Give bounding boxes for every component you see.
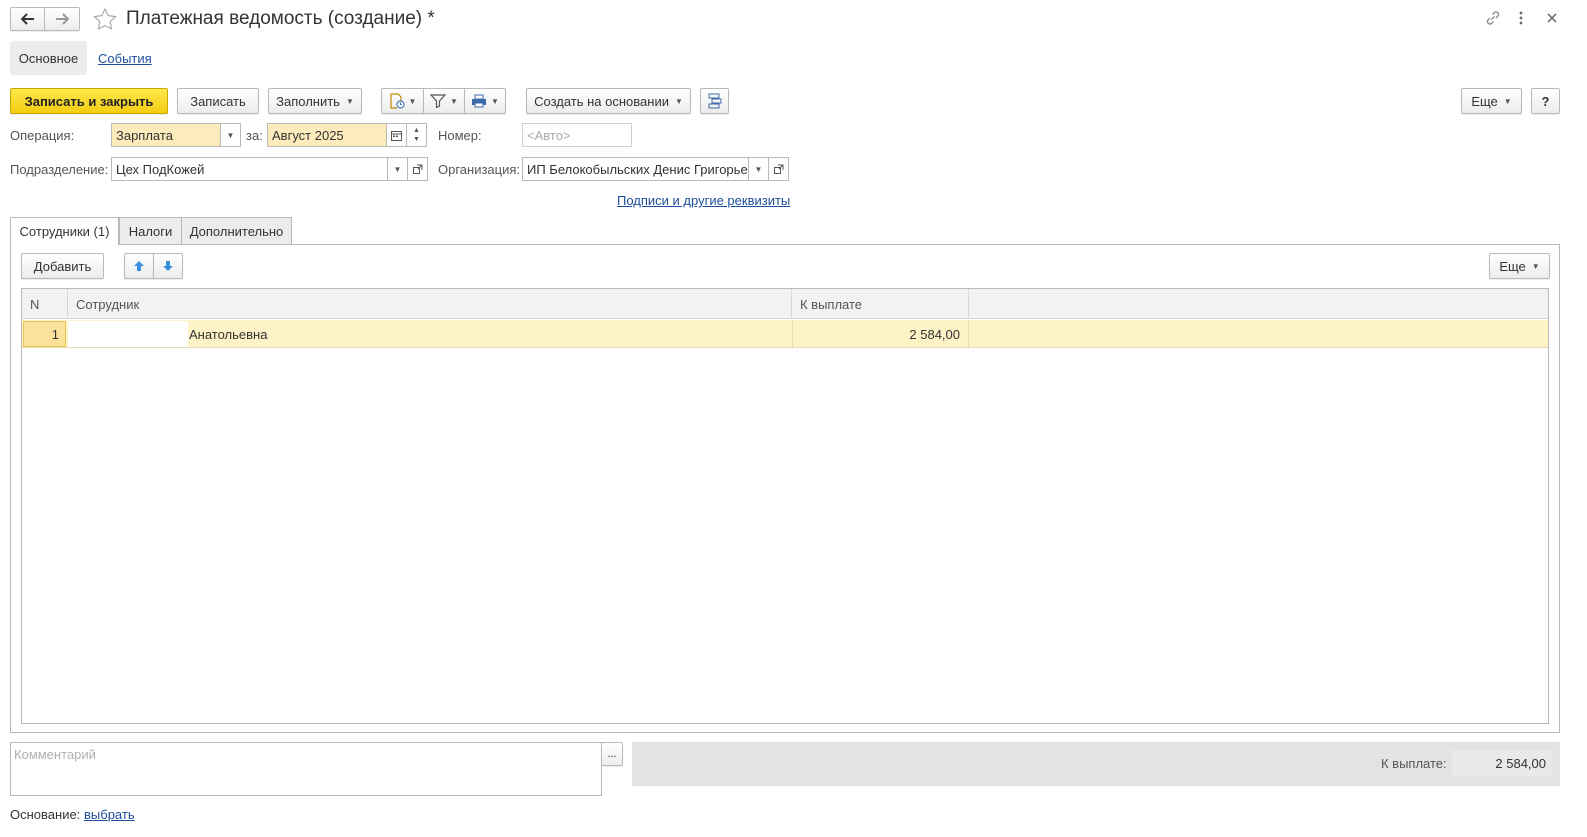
document-clock-icon (389, 93, 405, 109)
chevron-down-icon[interactable]: ▼ (220, 124, 240, 146)
save-button[interactable]: Записать (177, 88, 259, 114)
help-button[interactable]: ? (1531, 88, 1560, 114)
chevron-down-icon[interactable]: ▼ (748, 158, 768, 180)
chevron-down-icon: ▼ (1503, 96, 1512, 106)
chevron-down-icon[interactable]: ▼ (387, 158, 407, 180)
vertical-dots-icon[interactable] (1517, 10, 1525, 26)
calendar-icon[interactable] (386, 124, 406, 146)
cell-to-pay[interactable]: 2 584,00 (792, 320, 969, 348)
table-row[interactable]: 1 Анатольевна 2 584,00 (22, 320, 1548, 348)
operation-select[interactable]: Зарплата ▼ (111, 123, 241, 147)
number-placeholder: <Авто> (527, 127, 571, 143)
column-header-to-pay[interactable]: К выплате (792, 289, 969, 319)
table-more-button[interactable]: Еще ▼ (1489, 253, 1550, 279)
close-icon[interactable] (1546, 12, 1558, 24)
link-icon[interactable] (1485, 10, 1501, 26)
structure-button[interactable] (700, 88, 729, 114)
print-menu-button[interactable]: ▼ (464, 88, 506, 114)
open-icon[interactable] (407, 158, 427, 180)
chevron-down-icon: ▼ (345, 96, 354, 106)
back-button[interactable] (10, 7, 45, 31)
chevron-down-icon: ▼ (674, 96, 683, 106)
chevron-down-icon: ▼ (408, 96, 417, 106)
cell-employee-input[interactable] (68, 321, 188, 347)
arrow-down-icon (163, 261, 173, 271)
chevron-down-icon: ▼ (491, 96, 499, 106)
column-header-employee[interactable]: Сотрудник (68, 289, 792, 319)
move-up-button[interactable] (124, 253, 154, 279)
department-select[interactable]: Цех ПодКожей ▼ (111, 157, 428, 181)
tab-additional[interactable]: Дополнительно (181, 217, 292, 244)
arrow-left-icon (20, 13, 34, 25)
basis-select-link[interactable]: выбрать (84, 807, 135, 822)
printer-icon (472, 94, 487, 108)
column-header-n[interactable]: N (22, 289, 68, 319)
create-based-on-label: Создать на основании (534, 93, 669, 109)
signatures-link[interactable]: Подписи и другие реквизиты (617, 193, 790, 208)
chevron-down-icon: ▼ (450, 96, 458, 106)
add-button[interactable]: Добавить (21, 253, 104, 279)
organization-select[interactable]: ИП Белокобыльских Денис Григорье ▼ (522, 157, 789, 181)
save-and-close-button[interactable]: Записать и закрыть (10, 88, 168, 114)
tab-taxes[interactable]: Налоги (119, 217, 182, 244)
tab-panel: Добавить Еще ▼ N Сотрудник К выплате 1 Ан… (10, 244, 1560, 733)
forward-button[interactable] (44, 7, 80, 31)
page-title: Платежная ведомость (создание) * (126, 8, 435, 29)
total-bar: К выплате: 2 584,00 (632, 742, 1560, 786)
arrow-up-icon (134, 261, 144, 271)
total-value: 2 584,00 (1452, 750, 1552, 776)
cell-n[interactable]: 1 (23, 321, 66, 347)
comment-expand-button[interactable]: ... (601, 742, 623, 766)
filter-icon (430, 94, 447, 108)
comment-placeholder: Комментарий (14, 747, 96, 762)
nav-main[interactable]: Основное (10, 41, 87, 75)
department-label: Подразделение: (10, 162, 109, 177)
table-more-label: Еще (1499, 258, 1526, 274)
more-button[interactable]: Еще ▼ (1461, 88, 1522, 114)
employees-table: N Сотрудник К выплате 1 Анатольевна 2 58… (21, 288, 1549, 724)
basis-label: Основание: (10, 807, 81, 822)
operation-value: Зарплата (116, 127, 173, 143)
number-field[interactable]: <Авто> (522, 123, 632, 147)
documents-menu-button[interactable]: ▼ (381, 88, 424, 114)
period-field[interactable]: Август 2025 ▲ ▼ (267, 123, 427, 147)
document-structure-icon (708, 93, 721, 109)
organization-value: ИП Белокобыльских Денис Григорье (527, 161, 748, 177)
organization-label: Организация: (438, 162, 521, 177)
cell-employee[interactable]: Анатольевна (189, 320, 789, 348)
period-label: за: (246, 128, 263, 143)
filter-menu-button[interactable]: ▼ (423, 88, 465, 114)
fill-button-label: Заполнить (276, 93, 340, 109)
operation-label: Операция: (10, 128, 75, 143)
open-icon[interactable] (768, 158, 788, 180)
tab-employees[interactable]: Сотрудники (1) (10, 217, 119, 245)
department-value: Цех ПодКожей (116, 161, 205, 177)
table-header: N Сотрудник К выплате (22, 289, 1548, 319)
nav-events[interactable]: События (98, 51, 152, 66)
period-value: Август 2025 (272, 127, 344, 143)
chevron-down-icon: ▼ (1531, 261, 1540, 271)
fill-button[interactable]: Заполнить ▼ (268, 88, 362, 114)
create-based-on-button[interactable]: Создать на основании ▼ (526, 88, 691, 114)
spin-up-down-icon[interactable]: ▲ ▼ (406, 124, 426, 146)
arrow-right-icon (56, 13, 69, 25)
total-label: К выплате: (1381, 756, 1447, 771)
move-down-button[interactable] (153, 253, 183, 279)
more-button-label: Еще (1471, 93, 1498, 109)
comment-field[interactable]: Комментарий (10, 742, 602, 796)
number-label: Номер: (438, 128, 482, 143)
star-icon[interactable] (93, 8, 117, 30)
